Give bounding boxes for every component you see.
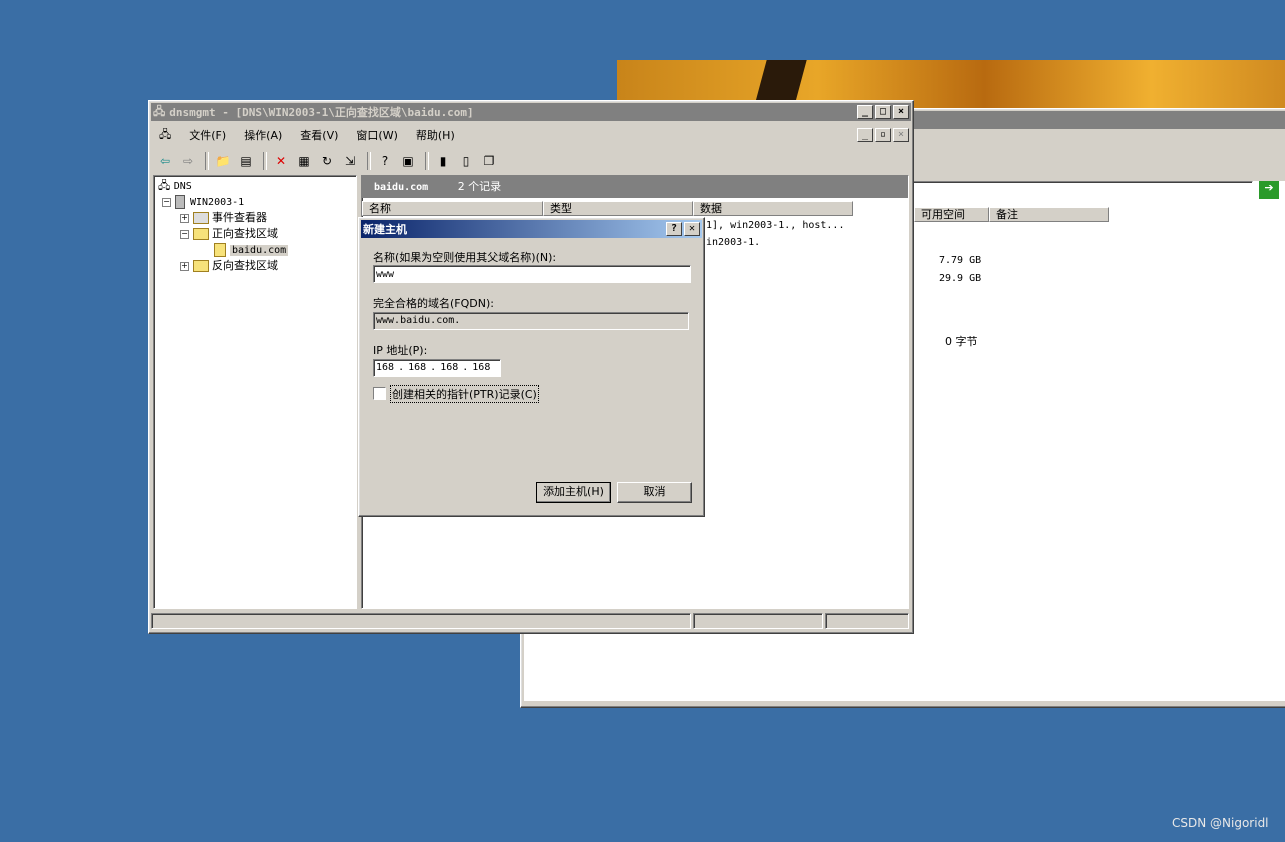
maximize-button[interactable]: □ [875, 105, 891, 119]
ptr-checkbox[interactable] [373, 387, 386, 400]
dns-app-icon: 🖧 [153, 104, 166, 118]
record-row-1-data[interactable]: 1], win2003-1., host... [706, 220, 844, 231]
fqdn-field: www.baidu.com. [373, 312, 689, 330]
ip-octet-3[interactable]: 168 [440, 360, 458, 376]
minimize-button[interactable]: _ [857, 105, 873, 119]
server-icon[interactable]: ▮ [433, 151, 453, 171]
dialog-titlebar[interactable]: 新建主机 ? ✕ [361, 220, 702, 238]
col-notes[interactable]: 备注 [989, 207, 1109, 222]
free-space-value-2: 29.9 GB [939, 273, 982, 284]
help-icon[interactable]: ? [375, 151, 395, 171]
free-space-value-1: 7.79 GB [939, 255, 982, 266]
col-type[interactable]: 类型 [543, 201, 693, 216]
child-restore-button[interactable]: ▫ [875, 128, 891, 142]
export-icon[interactable]: ⇲ [340, 151, 360, 171]
menu-bar: 🖧 文件(F) 操作(A) 查看(V) 窗口(W) 帮助(H) [151, 124, 867, 146]
dialog-title: 新建主机 [363, 223, 407, 236]
menu-view[interactable]: 查看(V) [300, 127, 338, 143]
mmc-icon: 🖧 [159, 127, 172, 141]
ip-address-field[interactable]: 168. 168. 168. 168 [373, 359, 501, 377]
col-name[interactable]: 名称 [362, 201, 543, 216]
name-input[interactable] [373, 265, 691, 283]
menu-action[interactable]: 操作(A) [244, 127, 282, 143]
pane-header-zone: baidu.com [374, 182, 429, 193]
ptr-checkbox-label[interactable]: 创建相关的指针(PTR)记录(C) [390, 385, 539, 403]
col-free-space[interactable]: 可用空间 [914, 207, 989, 222]
cancel-button[interactable]: 取消 [617, 482, 692, 503]
dns-titlebar[interactable]: 🖧 dnsmgmt - [DNS\WIN2003-1\正向查找区域\baidu.… [151, 103, 911, 121]
records-icon[interactable]: ❐ [479, 151, 499, 171]
ip-octet-4[interactable]: 168 [472, 360, 490, 376]
child-close-button[interactable]: × [893, 128, 909, 142]
add-host-button[interactable]: 添加主机(H) [536, 482, 611, 503]
zone-icon [214, 243, 226, 257]
pane-header: baidu.com 2 个记录 [362, 176, 908, 198]
event-viewer-icon [193, 212, 209, 224]
tree-pane[interactable]: 🖧 DNS − WIN2003-1 + 事件查看器 − 正向查找区域 baidu.co… [153, 175, 357, 609]
ip-octet-1[interactable]: 168 [376, 360, 394, 376]
watermark: CSDN @Nigoridl [1172, 816, 1269, 830]
address-combo[interactable] [911, 181, 1253, 201]
ip-octet-2[interactable]: 168 [408, 360, 426, 376]
toolbar: ⇦ ⇨ 📁 ▤ ✕ ▦ ↻ ⇲ ? ▣ ▮ ▯ ❐ [155, 150, 502, 172]
menu-window[interactable]: 窗口(W) [356, 127, 397, 143]
record-icon[interactable]: ▯ [456, 151, 476, 171]
tree-event-viewer[interactable]: + 事件查看器 [180, 210, 267, 225]
fqdn-label: 完全合格的域名(FQDN): [373, 297, 494, 310]
record-row-2-data[interactable]: in2003-1. [706, 237, 760, 248]
ip-label: IP 地址(P): [373, 344, 428, 357]
menu-help[interactable]: 帮助(H) [416, 127, 455, 143]
show-tree-icon[interactable]: ▤ [236, 151, 256, 171]
server-tree-icon [175, 195, 185, 209]
properties-icon[interactable]: ▦ [294, 151, 314, 171]
tree-forward-zones[interactable]: − 正向查找区域 [180, 226, 278, 241]
name-label: 名称(如果为空则使用其父域名称)(N): [373, 251, 557, 264]
tree-zone-baidu[interactable]: baidu.com [214, 242, 289, 257]
tree-root[interactable]: 🖧 DNS [158, 178, 192, 193]
dialog-help-button[interactable]: ? [666, 222, 682, 236]
status-bar [151, 613, 909, 629]
back-icon[interactable]: ⇦ [155, 151, 175, 171]
folder-icon [193, 260, 209, 272]
tree-server[interactable]: − WIN2003-1 [162, 194, 244, 209]
col-data[interactable]: 数据 [693, 201, 853, 216]
new-host-dialog[interactable]: 新建主机 ? ✕ 名称(如果为空则使用其父域名称)(N): 完全合格的域名(FQ… [358, 217, 705, 517]
go-icon[interactable]: ➔ [1259, 181, 1279, 199]
delete-icon[interactable]: ✕ [271, 151, 291, 171]
forward-icon[interactable]: ⇨ [178, 151, 198, 171]
up-folder-icon[interactable]: 📁 [213, 151, 233, 171]
dns-window-title: dnsmgmt - [DNS\WIN2003-1\正向查找区域\baidu.co… [169, 106, 474, 119]
folder-icon [193, 228, 209, 240]
dialog-close-button[interactable]: ✕ [684, 222, 700, 236]
child-minimize-button[interactable]: _ [857, 128, 873, 142]
close-button[interactable]: × [893, 105, 909, 119]
free-space-value-3: 0 字节 [945, 335, 978, 348]
pane-header-count: 2 个记录 [457, 180, 502, 193]
menu-file[interactable]: 文件(F) [189, 127, 226, 143]
refresh-icon[interactable]: ↻ [317, 151, 337, 171]
dns-tree-icon: 🖧 [158, 179, 171, 192]
action-pane-icon[interactable]: ▣ [398, 151, 418, 171]
tree-reverse-zones[interactable]: + 反向查找区域 [180, 258, 278, 273]
